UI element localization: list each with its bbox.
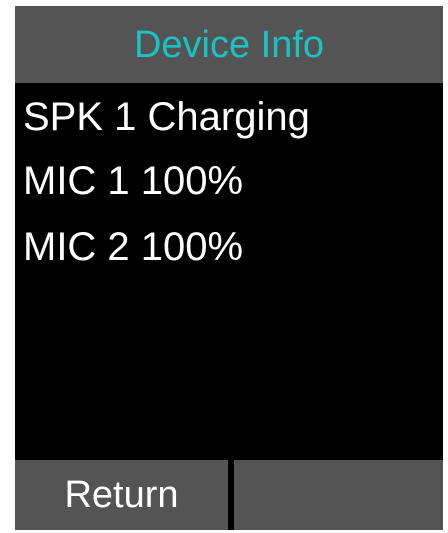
return-button-label: Return [64, 474, 179, 516]
page-title: Device Info [133, 23, 325, 66]
title-bar: Device Info [15, 6, 443, 83]
info-row-spk1: SPK 1 Charging [23, 95, 310, 139]
device-screen: Device Info SPK 1 Charging MIC 1 100% MI… [15, 6, 443, 530]
return-button[interactable]: Return [15, 460, 228, 530]
info-row-mic1: MIC 1 100% [23, 159, 244, 203]
right-softkey[interactable] [234, 460, 443, 530]
softkey-bar: Return [15, 460, 443, 530]
info-row-mic2: MIC 2 100% [23, 225, 244, 269]
